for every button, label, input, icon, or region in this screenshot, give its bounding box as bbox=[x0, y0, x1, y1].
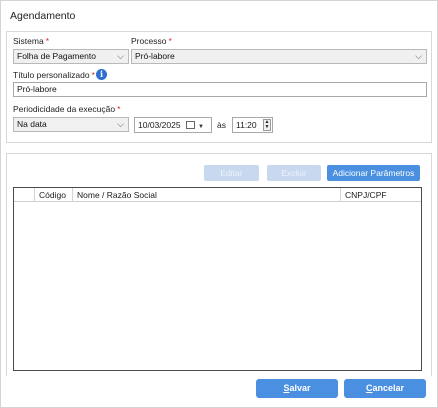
time-spinner[interactable]: 11:20 ▲ ▼ bbox=[232, 117, 273, 133]
processo-label: Processo * bbox=[131, 36, 172, 46]
info-icon[interactable]: i bbox=[96, 69, 107, 80]
spinner-arrows-icon[interactable]: ▲ ▼ bbox=[263, 119, 271, 131]
caret-down-icon: ▼ bbox=[198, 124, 204, 130]
titulo-label: Título personalizado * bbox=[13, 70, 95, 80]
add-parameters-button[interactable]: Adicionar Parâmetros bbox=[327, 165, 420, 181]
as-label: às bbox=[217, 120, 226, 130]
chevron-down-icon: ⌵ bbox=[117, 51, 124, 61]
save-button[interactable]: Salvar bbox=[256, 379, 338, 398]
column-header-nome[interactable]: Nome / Razão Social bbox=[72, 188, 340, 202]
date-picker[interactable]: 10/03/2025 ▼ bbox=[134, 117, 212, 133]
column-header-codigo[interactable]: Código bbox=[34, 188, 72, 202]
sistema-select[interactable]: Folha de Pagamento ⌵ bbox=[13, 49, 129, 64]
edit-button[interactable]: Editar bbox=[204, 165, 259, 181]
periodicidade-label: Periodicidade da execução * bbox=[13, 104, 121, 114]
periodicidade-select[interactable]: Na data ⌵ bbox=[13, 117, 129, 132]
table-header: Código Nome / Razão Social CNPJ/CPF bbox=[14, 188, 421, 202]
dialog-title: Agendamento bbox=[10, 10, 76, 22]
chevron-down-icon: ⌵ bbox=[117, 119, 124, 129]
calendar-icon bbox=[186, 121, 195, 129]
delete-button[interactable]: Excluir bbox=[267, 165, 321, 181]
schedule-form-section: Sistema * Folha de Pagamento ⌵ Processo * P… bbox=[6, 31, 432, 143]
row-indicator-header bbox=[14, 188, 34, 202]
titulo-input[interactable]: Pró-labore bbox=[13, 82, 427, 97]
column-header-cnpj[interactable]: CNPJ/CPF bbox=[340, 188, 421, 202]
scheduling-dialog: Agendamento Sistema * Folha de Pagamento ⌵… bbox=[0, 0, 438, 408]
sistema-label: Sistema * bbox=[13, 36, 50, 46]
processo-select[interactable]: Pró-labore ⌵ bbox=[131, 49, 427, 64]
chevron-down-icon: ⌵ bbox=[415, 51, 422, 61]
parameters-table[interactable]: Código Nome / Razão Social CNPJ/CPF bbox=[13, 187, 422, 371]
cancel-button[interactable]: Cancelar bbox=[344, 379, 426, 398]
